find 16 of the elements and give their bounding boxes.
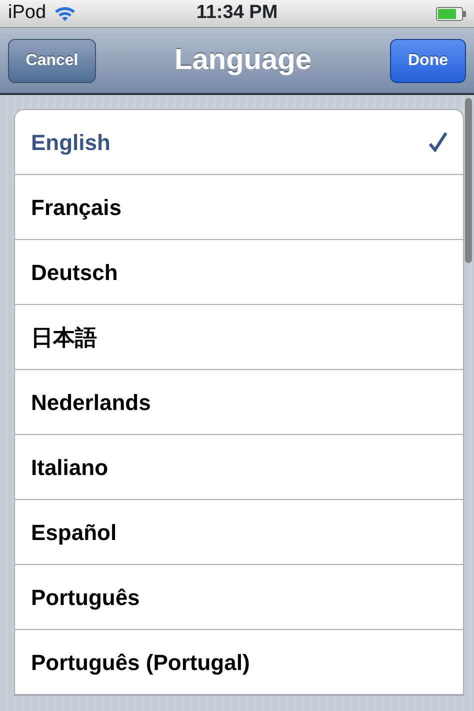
wifi-icon [54,6,76,22]
language-row[interactable]: Italiano [15,435,463,500]
language-row[interactable]: Français [15,175,463,240]
screen-title: Language [174,42,312,78]
language-row[interactable]: 日本語 [15,305,463,370]
language-row[interactable]: Deutsch [15,240,463,305]
status-time: 11:34 PM [196,1,278,26]
language-row[interactable]: Português (Portugal) [15,630,463,695]
battery-icon [436,6,466,20]
language-row[interactable]: Nederlands [15,370,463,435]
done-button[interactable]: Done [390,38,466,82]
language-row[interactable]: Português [15,565,463,630]
carrier-name: iPod [8,1,46,26]
language-row[interactable]: Español [15,500,463,565]
language-row[interactable]: English [15,110,463,175]
cancel-button[interactable]: Cancel [8,38,96,82]
